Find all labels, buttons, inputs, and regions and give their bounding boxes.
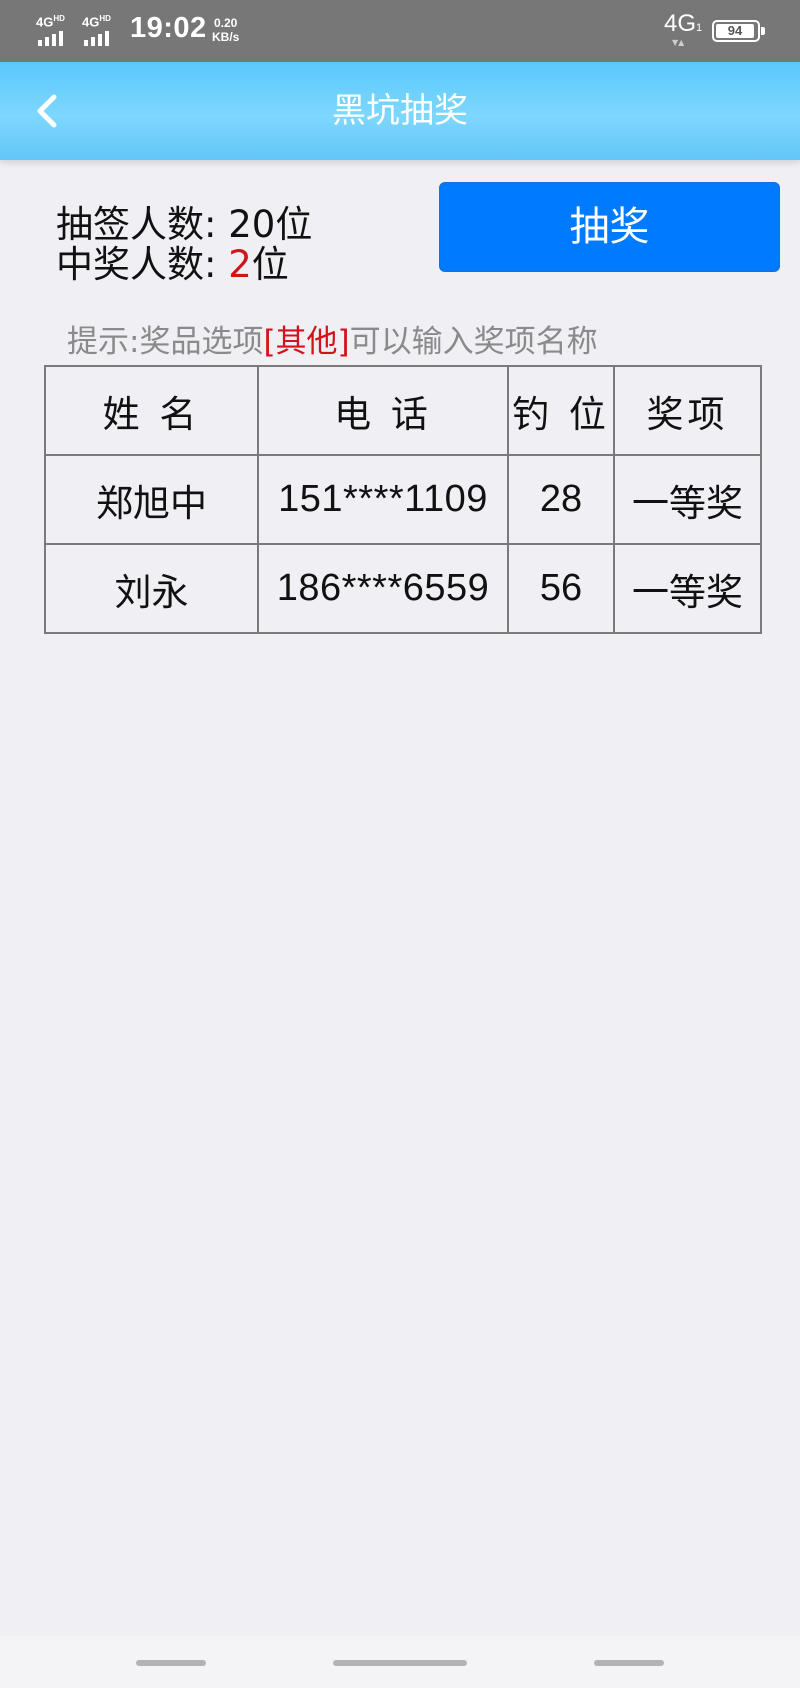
header-name: 姓 名 — [44, 365, 259, 456]
nav-menu-handle[interactable] — [136, 1660, 206, 1666]
battery-level: 94 — [716, 24, 754, 38]
nav-back-handle[interactable] — [594, 1660, 664, 1666]
page-title: 黑坑抽奖 — [332, 91, 468, 131]
signal-2-icon: 4GHD — [82, 14, 122, 46]
cell-prize[interactable]: 一等奖 — [613, 543, 762, 634]
table-row: 刘永 186****6559 56 一等奖 — [44, 543, 762, 634]
table-row: 郑旭中 151****1109 28 一等奖 — [44, 454, 762, 545]
system-nav-bar — [0, 1636, 800, 1688]
winners-count-value: 2 — [228, 243, 252, 286]
participants-count: 抽签人数: 20位 — [56, 203, 313, 246]
cell-phone: 186****6559 — [257, 543, 509, 634]
app-header: 黑坑抽奖 — [0, 62, 800, 160]
cell-phone: 151****1109 — [257, 454, 509, 545]
winners-count: 中奖人数: 2位 — [56, 243, 289, 286]
status-time: 19:02 — [130, 12, 207, 44]
cell-name: 刘永 — [44, 543, 259, 634]
header-phone: 电 话 — [257, 365, 509, 456]
hint-text: 提示:奖品选项[其他]可以输入奖项名称 — [67, 324, 598, 360]
nav-home-handle[interactable] — [333, 1660, 467, 1666]
network-type: 4G1 — [664, 10, 703, 37]
cell-name: 郑旭中 — [44, 454, 259, 545]
cell-seat: 28 — [507, 454, 615, 545]
header-prize: 奖项 — [613, 365, 762, 456]
data-activity-icon: ▼▲ — [672, 38, 685, 47]
draw-button[interactable]: 抽奖 — [439, 182, 780, 272]
network-speed: 0.20 KB/s — [212, 16, 240, 44]
winners-table: 姓 名 电 话 钓 位 奖项 郑旭中 151****1109 28 一等奖 刘永… — [44, 365, 762, 634]
status-bar: 4GHD 4GHD 19:02 0.20 KB/s 4G1 ▼▲ 94 — [0, 0, 800, 62]
signal-1-icon: 4GHD — [36, 14, 76, 46]
header-seat: 钓 位 — [507, 365, 615, 456]
cell-prize[interactable]: 一等奖 — [613, 454, 762, 545]
battery-icon: 94 — [712, 20, 765, 42]
table-header-row: 姓 名 电 话 钓 位 奖项 — [44, 365, 762, 456]
cell-seat: 56 — [507, 543, 615, 634]
